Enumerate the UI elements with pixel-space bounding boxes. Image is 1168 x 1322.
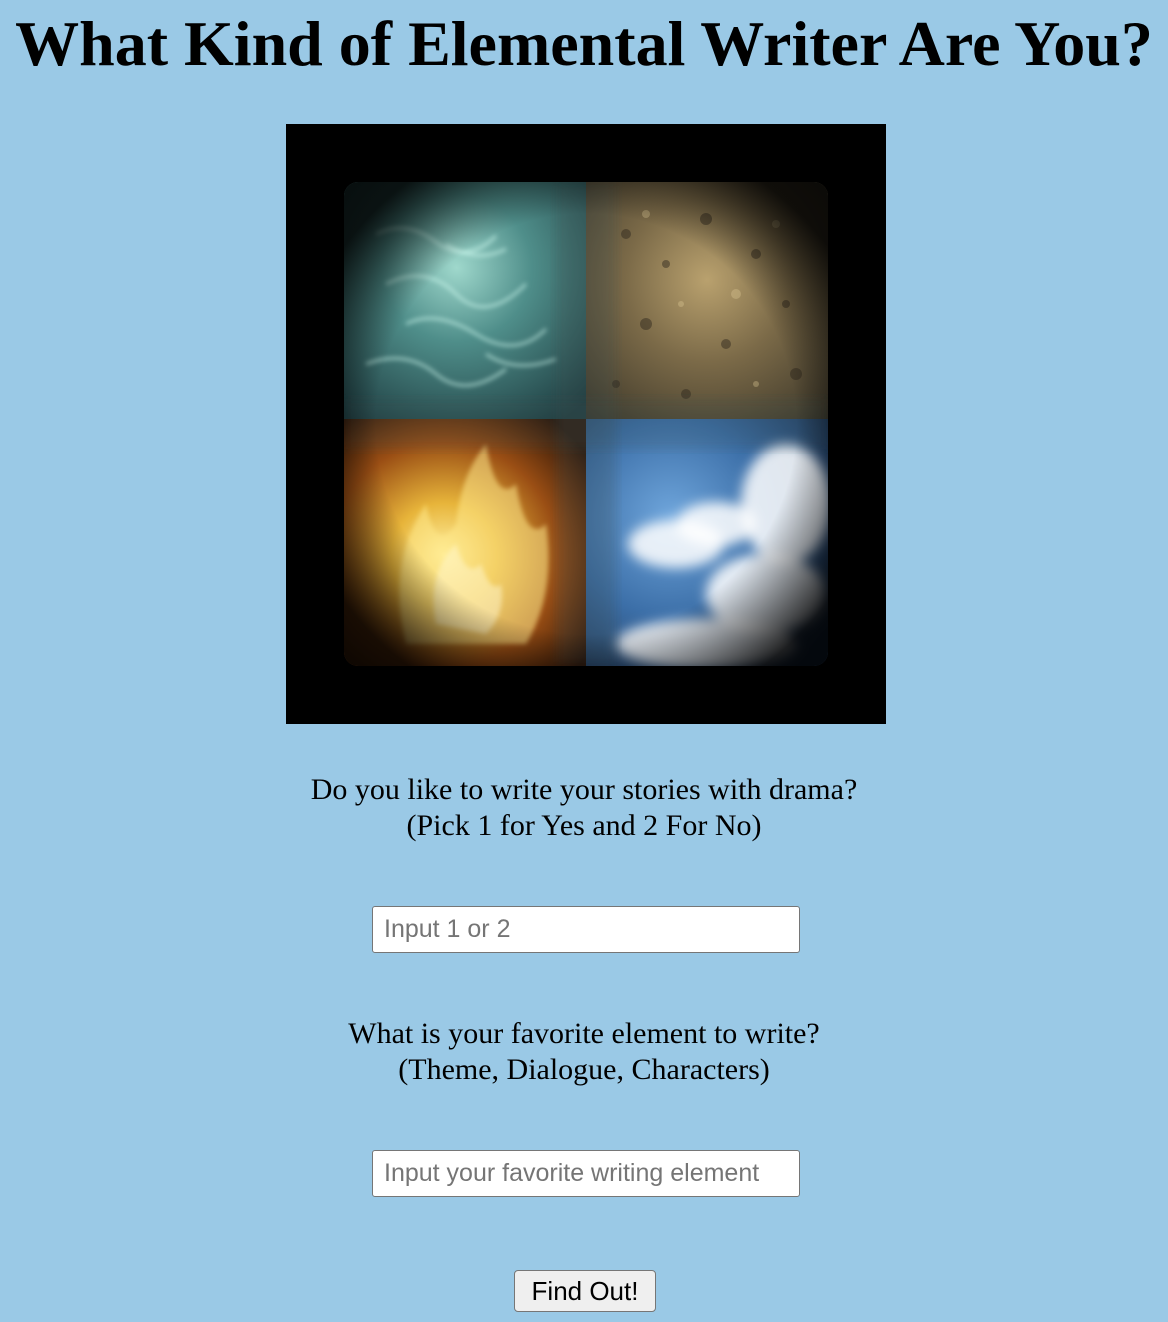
find-out-button[interactable]: Find Out! bbox=[514, 1270, 656, 1312]
page-title: What Kind of Elemental Writer Are You? bbox=[15, 8, 1153, 79]
favorite-element-input[interactable] bbox=[372, 1150, 800, 1197]
element-question-hint: (Theme, Dialogue, Characters) bbox=[398, 1053, 770, 1086]
four-elements-image bbox=[286, 124, 886, 724]
elements-collage bbox=[344, 182, 828, 666]
drama-question-hint: (Pick 1 for Yes and 2 For No) bbox=[406, 809, 762, 842]
element-question-text: What is your favorite element to write? bbox=[348, 1017, 820, 1050]
drama-question: Do you like to write your stories with d… bbox=[0, 772, 1168, 844]
drama-question-text: Do you like to write your stories with d… bbox=[310, 773, 858, 806]
drama-answer-input[interactable] bbox=[372, 906, 800, 953]
element-question: What is your favorite element to write? … bbox=[0, 1016, 1168, 1088]
